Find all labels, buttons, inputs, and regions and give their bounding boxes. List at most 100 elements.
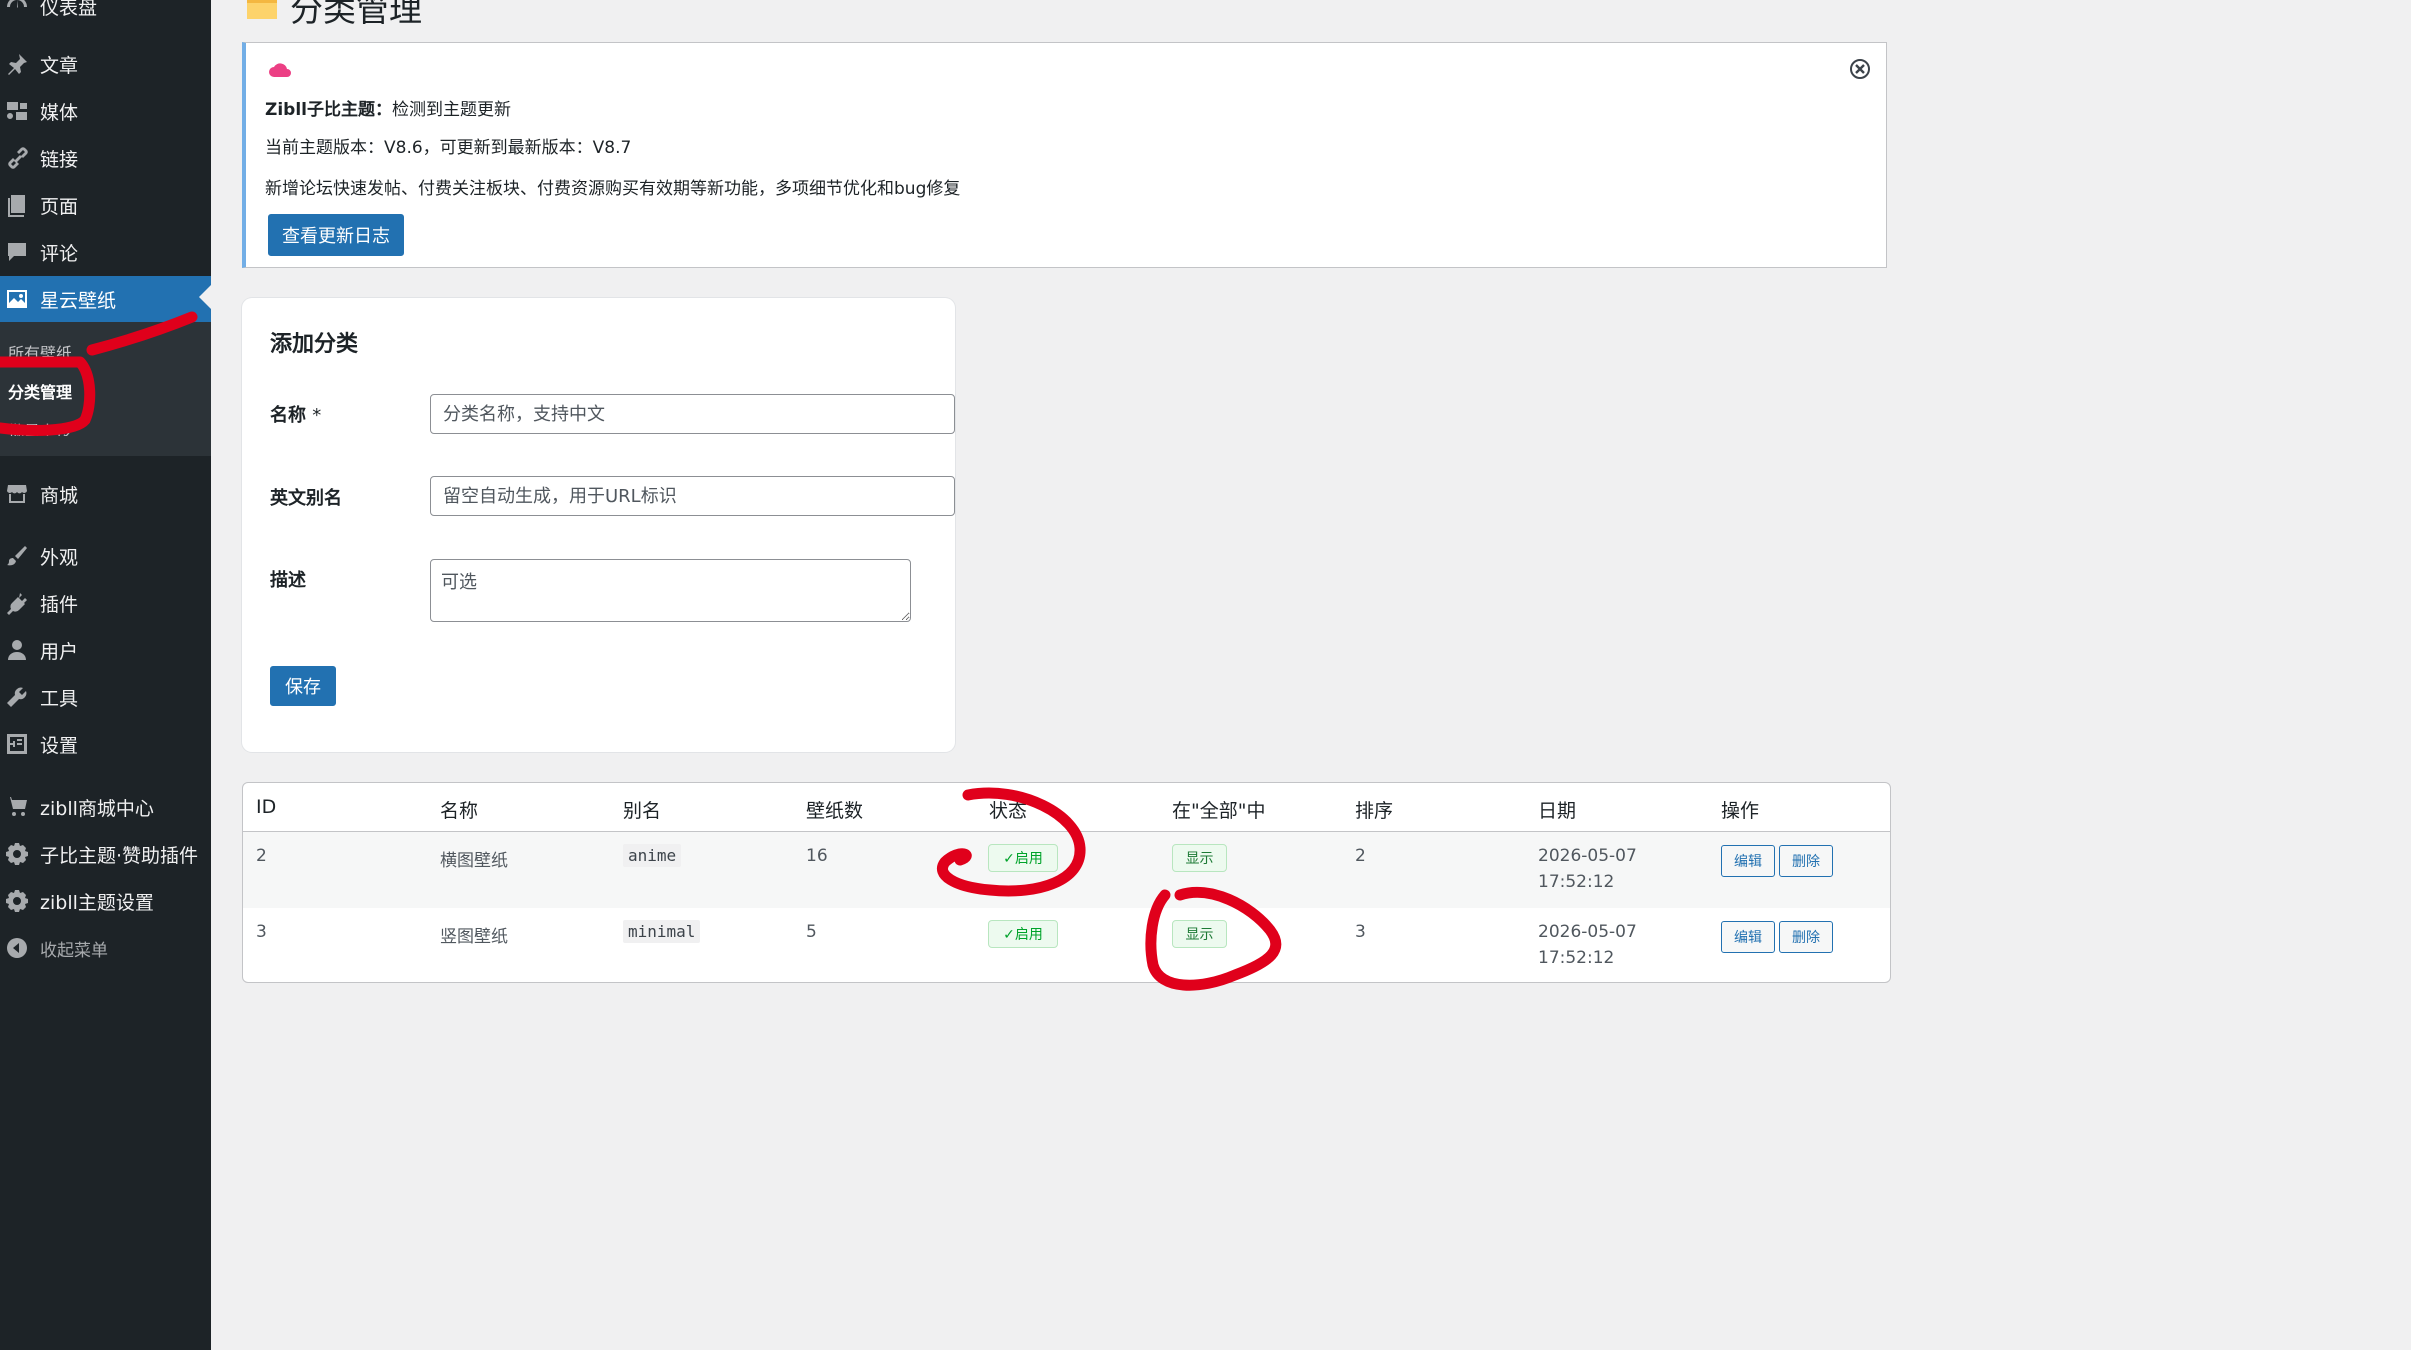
cell-count: 16 (806, 846, 828, 866)
settings-icon (4, 731, 30, 757)
edit-button[interactable]: 编辑 (1721, 921, 1775, 953)
store-icon (4, 481, 30, 507)
menu-label: 媒体 (40, 101, 79, 124)
cell-name: 竖图壁纸 (440, 927, 508, 947)
delete-button[interactable]: 删除 (1779, 921, 1833, 953)
add-category-card: 添加分类 名称 * 英文别名 描述 保存 (242, 298, 955, 752)
cell-date: 2026-05-07 (1538, 922, 1637, 942)
comment-icon (4, 239, 30, 265)
update-notice: Zibll子比主题：检测到主题更新 当前主题版本：V8.6，可更新到最新版本：V… (242, 42, 1887, 268)
pin-icon (4, 51, 30, 77)
menu-label: 收起菜单 (40, 940, 108, 961)
col-name[interactable]: 名称 (440, 796, 478, 823)
status-badge[interactable]: ✓启用 (988, 844, 1058, 872)
cloud-icon (269, 63, 291, 77)
name-label-text: 名称 (270, 405, 306, 426)
menu-item-users[interactable]: 用户 (0, 627, 211, 673)
submenu-all-wallpapers[interactable]: 所有壁纸 (8, 340, 72, 364)
menu-label: 评论 (40, 242, 79, 265)
menu-label: 外观 (40, 546, 79, 569)
name-label: 名称 * (270, 401, 321, 427)
status-badge[interactable]: ✓启用 (988, 920, 1058, 948)
cell-id: 3 (256, 922, 267, 942)
menu-item-tools[interactable]: 工具 (0, 674, 211, 720)
submenu-batch-upload[interactable]: 批量上传 (8, 418, 72, 436)
wallpaper-submenu: 所有壁纸 分类管理 批量上传 (0, 322, 211, 456)
menu-label: 星云壁纸 (40, 289, 117, 312)
close-circle-icon[interactable] (1849, 58, 1871, 80)
description-label: 描述 (270, 570, 306, 591)
notice-version: 当前主题版本：V8.6，可更新到最新版本：V8.7 (265, 138, 632, 158)
table-row: 2 横图壁纸 anime 16 ✓启用 显示 2 2026-05-07 17:5… (243, 832, 1890, 908)
page-title: 分类管理 (246, 0, 422, 32)
menu-item-zibll-sponsor[interactable]: 子比主题·赞助插件 (0, 831, 211, 877)
cell-time: 17:52:12 (1538, 948, 1615, 968)
media-icon (4, 98, 30, 124)
menu-item-settings[interactable]: 设置 (0, 721, 211, 767)
category-slug-input[interactable] (430, 476, 955, 516)
menu-label: 商城 (40, 484, 79, 507)
col-status[interactable]: 状态 (989, 796, 1027, 823)
col-in-all[interactable]: 在"全部"中 (1172, 796, 1265, 823)
link-icon (4, 145, 30, 171)
wallpaper-icon (4, 286, 30, 312)
menu-item-store[interactable]: 商城 (0, 471, 211, 517)
category-name-input[interactable] (430, 394, 955, 434)
col-actions: 操作 (1721, 800, 1760, 822)
cell-name: 横图壁纸 (440, 851, 508, 871)
wrench-icon (4, 684, 30, 710)
in-all-badge[interactable]: 显示 (1172, 920, 1227, 948)
cell-date: 2026-05-07 (1538, 846, 1637, 866)
category-description-input[interactable] (430, 559, 911, 622)
submenu-category-manage[interactable]: 分类管理 (8, 379, 72, 403)
page-icon (4, 192, 30, 218)
save-button[interactable]: 保存 (270, 666, 336, 706)
cell-id: 2 (256, 846, 267, 866)
dashboard-icon (4, 0, 30, 19)
collapse-menu-button[interactable]: 收起菜单 (0, 925, 211, 971)
menu-label: 页面 (40, 195, 79, 218)
cell-slug: anime (623, 844, 682, 867)
col-date[interactable]: 日期 (1538, 796, 1576, 823)
notice-heading-text: 检测到主题更新 (391, 100, 511, 120)
active-menu-arrow (199, 285, 211, 309)
gear-icon (4, 888, 30, 914)
menu-label: 子比主题·赞助插件 (40, 844, 199, 867)
folder-icon (247, 0, 277, 19)
view-changelog-button[interactable]: 查看更新日志 (268, 214, 404, 256)
menu-item-dashboard[interactable]: 仪表盘 (0, 0, 211, 29)
menu-item-wallpaper[interactable]: 星云壁纸 (0, 276, 211, 322)
menu-label: zibll主题设置 (40, 891, 154, 914)
menu-item-links[interactable]: 链接 (0, 135, 211, 181)
menu-item-zibll-settings[interactable]: zibll主题设置 (0, 878, 211, 924)
menu-item-appearance[interactable]: 外观 (0, 533, 211, 579)
menu-item-comments[interactable]: 评论 (0, 229, 211, 275)
menu-label: 插件 (40, 593, 79, 616)
notice-changelog-summary: 新增论坛快速发帖、付费关注板块、付费资源购买有效期等新功能，多项细节优化和bug… (265, 179, 961, 199)
gear-icon (4, 841, 30, 867)
add-category-title: 添加分类 (270, 332, 359, 357)
cell-order: 3 (1355, 922, 1366, 942)
menu-label: 用户 (40, 640, 79, 663)
col-count[interactable]: 壁纸数 (806, 796, 863, 823)
col-slug[interactable]: 别名 (623, 796, 661, 823)
menu-item-media[interactable]: 媒体 (0, 88, 211, 134)
menu-item-zibll-store[interactable]: zibll商城中心 (0, 784, 211, 830)
cart-icon (4, 794, 30, 820)
notice-heading: Zibll子比主题：检测到主题更新 (265, 95, 511, 120)
menu-item-plugins[interactable]: 插件 (0, 580, 211, 626)
plugin-icon (4, 590, 30, 616)
slug-label: 英文别名 (270, 488, 342, 509)
col-id[interactable]: ID (256, 796, 276, 818)
menu-label: 仪表盘 (40, 0, 98, 19)
in-all-badge[interactable]: 显示 (1172, 844, 1227, 872)
menu-label: 链接 (40, 148, 79, 171)
col-order[interactable]: 排序 (1355, 796, 1393, 823)
edit-button[interactable]: 编辑 (1721, 845, 1775, 877)
user-icon (4, 637, 30, 663)
delete-button[interactable]: 删除 (1779, 845, 1833, 877)
collapse-icon (4, 935, 30, 961)
menu-item-posts[interactable]: 文章 (0, 41, 211, 87)
menu-item-pages[interactable]: 页面 (0, 182, 211, 228)
notice-brand: Zibll子比主题： (265, 100, 392, 120)
